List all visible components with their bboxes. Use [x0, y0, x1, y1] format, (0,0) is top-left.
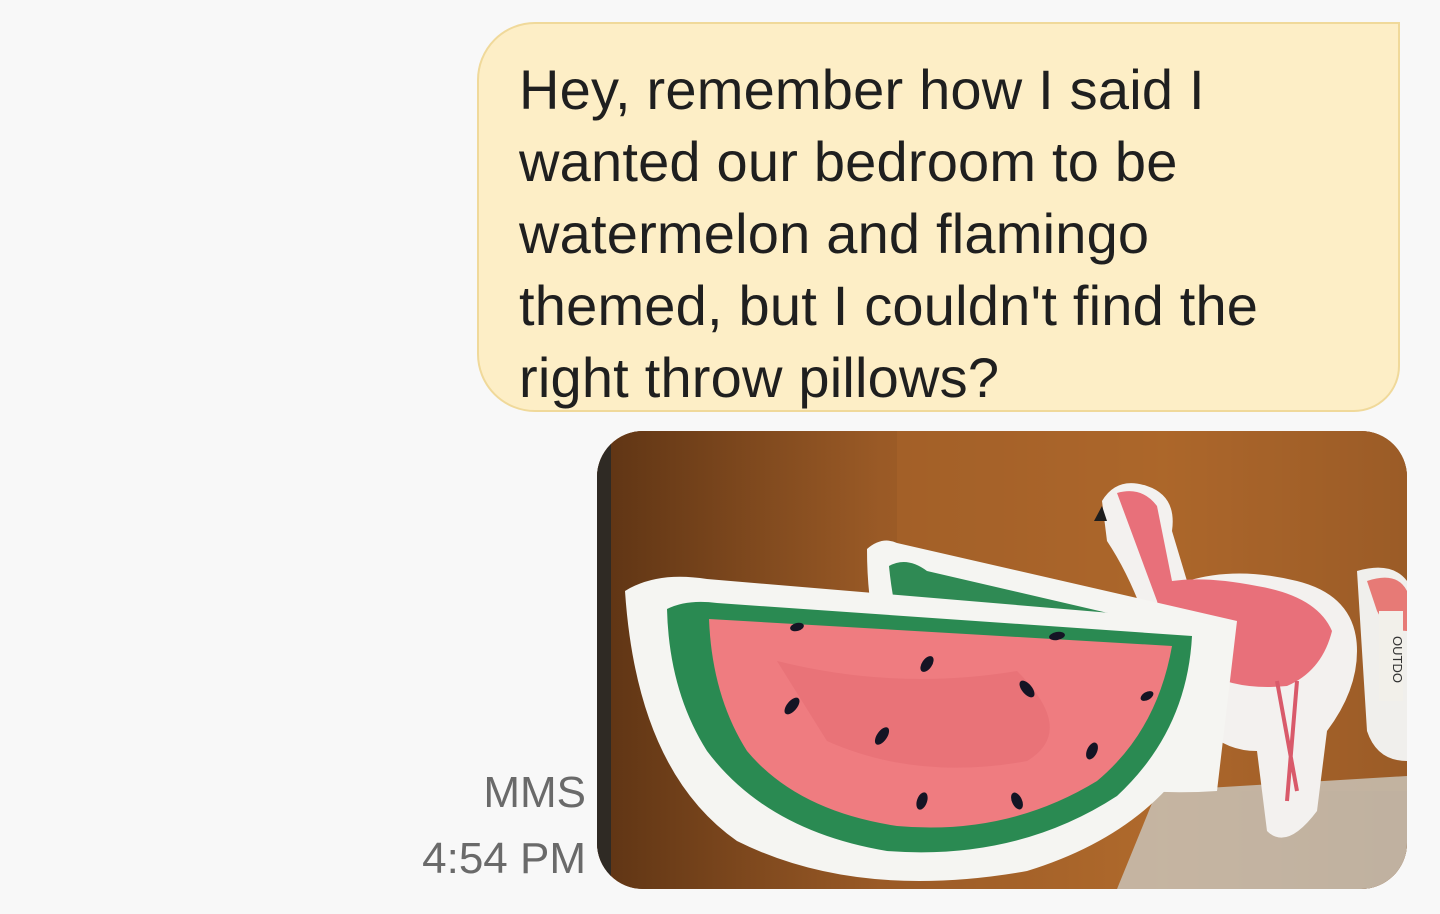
message-timestamp: 4:54 PM [422, 834, 586, 883]
message-line: themed, but I couldn't find the [519, 274, 1259, 337]
message-line: watermelon and flamingo [519, 202, 1150, 265]
message-line: right throw pillows? [519, 346, 1000, 409]
message-line: Hey, remember how I said I [519, 58, 1205, 121]
message-text: Hey, remember how I said I wanted our be… [519, 54, 1358, 414]
outgoing-message-bubble[interactable]: Hey, remember how I said I wanted our be… [477, 22, 1400, 412]
message-line: wanted our bedroom to be [519, 130, 1178, 193]
product-tag-text: OUTDO [1390, 636, 1405, 683]
mms-photo-attachment[interactable]: OUTDO [597, 431, 1407, 889]
pillow-photo-image: OUTDO [597, 431, 1407, 889]
message-type-label: MMS [483, 768, 586, 817]
